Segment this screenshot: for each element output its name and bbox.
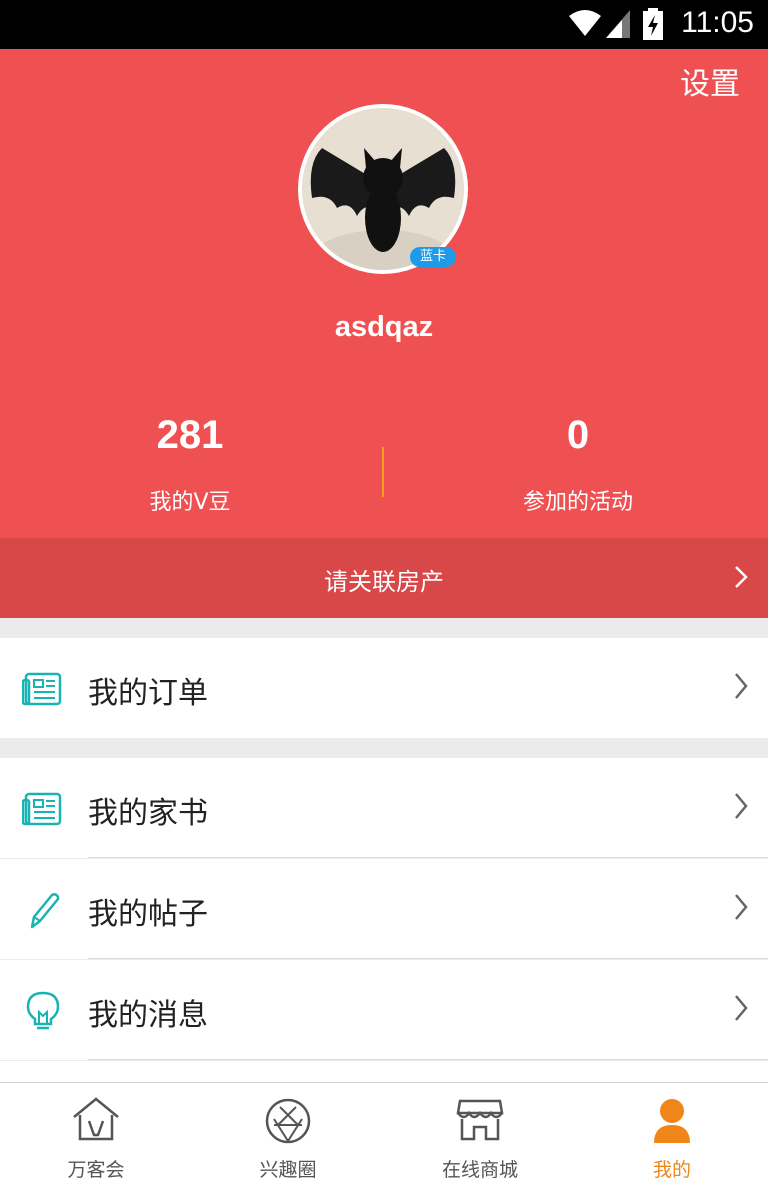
- chevron-right-icon: [735, 566, 748, 588]
- document-icon: [22, 672, 62, 706]
- row-divider: [88, 857, 768, 858]
- membership-badge: 蓝卡: [410, 247, 456, 267]
- profile-header: 设置 蓝卡 asdqaz 281 我的V豆 0 参加的活动: [0, 49, 768, 538]
- house-icon: [73, 1097, 119, 1141]
- link-property-button[interactable]: 请关联房产: [0, 538, 768, 618]
- store-icon: [456, 1099, 504, 1141]
- chevron-right-icon: [735, 995, 748, 1021]
- tab-store[interactable]: 在线商城: [384, 1083, 576, 1185]
- link-property-label: 请关联房产: [324, 568, 444, 596]
- stats-divider: [382, 447, 384, 497]
- menu-item-label: 我的帖子: [88, 897, 208, 932]
- document-icon: [22, 792, 62, 826]
- aperture-icon: [265, 1098, 311, 1144]
- stat-value: 281: [156, 413, 224, 457]
- tab-label: 我的: [652, 1159, 691, 1181]
- menu-item-label: 我的消息: [88, 998, 208, 1033]
- person-icon: [654, 1099, 690, 1143]
- lightbulb-icon: [26, 991, 60, 1030]
- stat-activities[interactable]: 0 参加的活动: [388, 413, 768, 516]
- stat-label: 参加的活动: [522, 490, 633, 515]
- pencil-icon: [30, 893, 60, 929]
- avatar-image: [302, 108, 464, 270]
- username: asdqaz: [334, 311, 434, 343]
- menu-item-posts[interactable]: 我的帖子: [0, 859, 768, 959]
- chevron-right-icon: [735, 673, 748, 699]
- bottom-tab-bar: 万客会 兴趣圈 在线商城 我的: [0, 1082, 768, 1185]
- menu-item-label: 我的家书: [88, 796, 208, 831]
- tab-mine[interactable]: 我的: [576, 1083, 768, 1185]
- tab-label: 兴趣圈: [259, 1159, 317, 1181]
- row-divider: [88, 958, 768, 959]
- status-bar: 11:05: [0, 0, 768, 49]
- row-divider: [88, 1059, 768, 1060]
- stat-vdou[interactable]: 281 我的V豆: [0, 413, 380, 516]
- menu-item-messages[interactable]: 我的消息: [0, 960, 768, 1060]
- wifi-icon: [569, 10, 601, 36]
- chevron-right-icon: [735, 894, 748, 920]
- battery-icon: [643, 8, 663, 40]
- menu-item-label: 我的订单: [88, 676, 208, 711]
- signal-icon: [606, 10, 630, 38]
- chevron-right-icon: [735, 793, 748, 819]
- stat-label: 我的V豆: [149, 490, 231, 515]
- clock: 11:05: [681, 6, 754, 39]
- menu-item-partial: [0, 1061, 768, 1082]
- menu-item-letters[interactable]: 我的家书: [0, 758, 768, 858]
- settings-button[interactable]: 设置: [680, 59, 740, 103]
- tab-interest[interactable]: 兴趣圈: [192, 1083, 384, 1185]
- stat-value: 0: [566, 413, 590, 457]
- menu-item-orders[interactable]: 我的订单: [0, 638, 768, 738]
- tab-label: 在线商城: [441, 1159, 518, 1181]
- tab-wankehui[interactable]: 万客会: [0, 1083, 192, 1185]
- tab-label: 万客会: [67, 1159, 125, 1181]
